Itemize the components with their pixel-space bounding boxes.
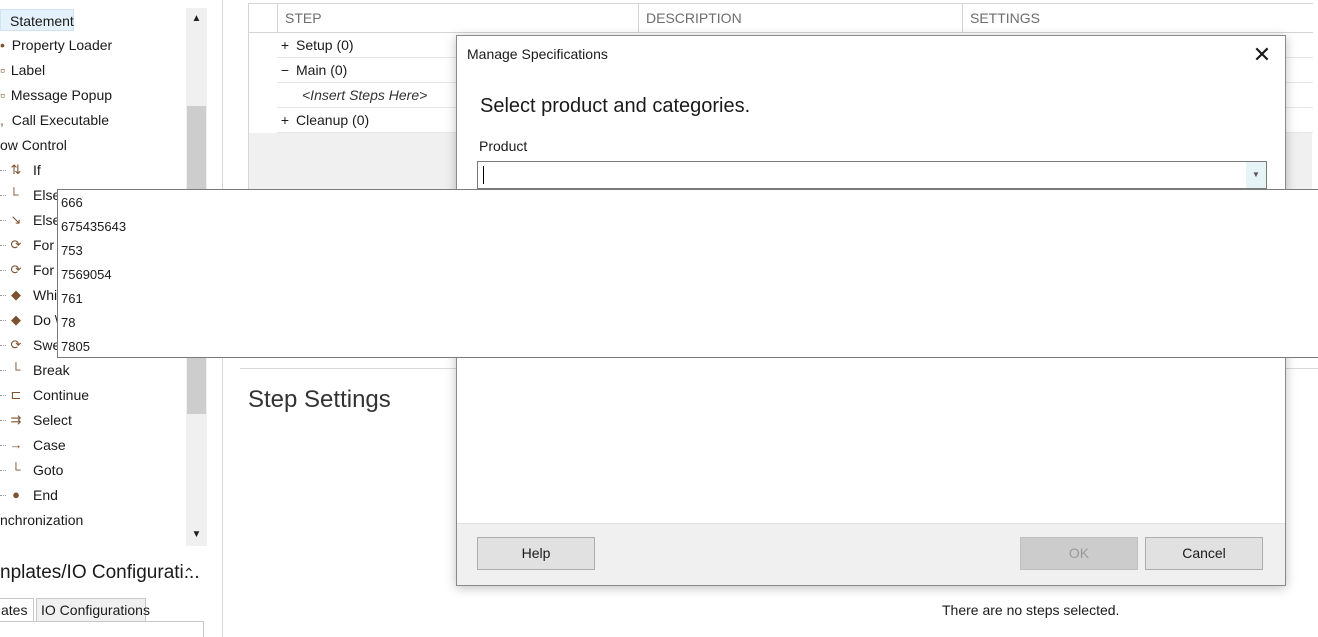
goto-icon: └ bbox=[11, 462, 21, 477]
end-icon: ● bbox=[12, 487, 20, 502]
tree-item-message-popup[interactable]: ▫ Message Popup bbox=[0, 84, 112, 106]
step-settings-title: Step Settings bbox=[248, 386, 391, 413]
column-header-description[interactable]: DESCRIPTION bbox=[638, 4, 962, 34]
break-icon: └ bbox=[11, 362, 21, 377]
tree-item-label-step[interactable]: ▫ Label bbox=[0, 59, 45, 81]
tree-item-label: For bbox=[33, 262, 54, 278]
row-header bbox=[249, 58, 277, 83]
cancel-button[interactable]: Cancel bbox=[1145, 537, 1263, 570]
else-if-icon: ↘ bbox=[10, 212, 22, 227]
tree-item-label: Select bbox=[33, 412, 72, 428]
tree-item-statement[interactable]: Statement bbox=[0, 9, 74, 31]
step-cell[interactable]: − Main (0) bbox=[277, 58, 347, 83]
dialog-title: Manage Specifications bbox=[467, 46, 608, 62]
dropdown-option[interactable]: 753 bbox=[61, 239, 83, 263]
message-popup-icon: ▫ bbox=[0, 87, 5, 103]
do-while-icon: ◆ bbox=[11, 312, 21, 327]
product-input[interactable] bbox=[478, 162, 1238, 188]
product-combobox[interactable]: ▼ bbox=[477, 161, 1267, 189]
tab-templates[interactable]: ates bbox=[0, 598, 34, 622]
select-icon: ⇉ bbox=[10, 412, 22, 427]
column-header-settings[interactable]: SETTINGS bbox=[962, 4, 1313, 34]
text-caret bbox=[483, 166, 484, 184]
step-cell[interactable]: + Setup (0) bbox=[277, 33, 354, 58]
tree-group-flow-control[interactable]: ow Control bbox=[0, 134, 67, 156]
tree-item-label: Do \ bbox=[33, 312, 59, 328]
tree-item-label: Label bbox=[10, 62, 46, 78]
step-label: Cleanup (0) bbox=[296, 112, 370, 128]
dialog-footer: Help OK Cancel bbox=[457, 523, 1285, 585]
tree-item-call-executable[interactable]: , Call Executable bbox=[0, 109, 109, 131]
for-icon: ⟳ bbox=[10, 237, 22, 252]
tree-item-label: nchronization bbox=[0, 512, 84, 528]
dropdown-option[interactable]: 761 bbox=[61, 287, 83, 311]
tree-item-label: Case bbox=[33, 437, 66, 453]
close-icon[interactable]: ✕ bbox=[1245, 40, 1279, 70]
tree-item-label: Continue bbox=[33, 387, 90, 403]
tree-item-label: Message Popup bbox=[10, 87, 113, 103]
tree-item-label: Statement bbox=[10, 13, 74, 29]
no-steps-message: There are no steps selected. bbox=[942, 602, 1120, 618]
tree-item-label: Goto bbox=[33, 462, 64, 478]
tree-item-property-loader[interactable]: • Property Loader bbox=[0, 34, 112, 56]
continue-icon: ⊏ bbox=[10, 387, 22, 402]
column-header-label: STEP bbox=[285, 10, 322, 26]
templates-panel-header[interactable]: nplates/IO Configurati... ⌃ bbox=[0, 558, 208, 588]
for-each-icon: ⟳ bbox=[10, 262, 22, 277]
expand-icon[interactable]: + bbox=[277, 108, 293, 132]
while-icon: ◆ bbox=[11, 287, 21, 302]
property-loader-icon: • bbox=[0, 37, 5, 53]
if-icon: ⇅ bbox=[10, 162, 22, 177]
tree-group-synchronization[interactable]: nchronization bbox=[0, 509, 83, 531]
tree-item-label: If bbox=[33, 162, 41, 178]
product-dropdown-list: 666 675435643 753 7569054 761 78 7805 bbox=[57, 189, 1318, 358]
dropdown-option[interactable]: 78 bbox=[61, 311, 75, 335]
ok-button[interactable]: OK bbox=[1020, 537, 1138, 570]
insert-steps-placeholder[interactable]: <Insert Steps Here> bbox=[277, 83, 427, 108]
sweep-icon: ⟳ bbox=[10, 337, 22, 352]
row-header bbox=[249, 33, 277, 58]
expand-icon[interactable]: + bbox=[277, 33, 293, 57]
tab-io-configurations[interactable]: IO Configurations bbox=[36, 598, 150, 622]
product-label: Product bbox=[479, 138, 528, 154]
call-executable-icon: , bbox=[0, 112, 4, 128]
dropdown-option[interactable]: 675435643 bbox=[61, 215, 126, 239]
tree-item-label: Break bbox=[33, 362, 70, 378]
tree-item-label: Whi bbox=[33, 287, 58, 303]
dialog-heading: Select product and categories. bbox=[480, 95, 751, 117]
case-icon: → bbox=[9, 437, 23, 452]
scroll-up-arrow-icon[interactable]: ▲ bbox=[186, 10, 207, 28]
dropdown-option[interactable]: 7569054 bbox=[61, 263, 112, 287]
collapse-chevron-icon[interactable]: ⌃ bbox=[183, 558, 195, 588]
label-icon: ▫ bbox=[0, 62, 5, 78]
dropdown-option[interactable]: 7805 bbox=[61, 335, 90, 359]
scroll-down-arrow-icon[interactable]: ▼ bbox=[186, 526, 207, 544]
column-header-label: DESCRIPTION bbox=[646, 10, 742, 26]
dropdown-option[interactable]: 666 bbox=[61, 191, 83, 215]
step-label: Setup (0) bbox=[296, 37, 354, 53]
grid-header: STEP DESCRIPTION SETTINGS bbox=[249, 3, 1313, 34]
tab-label: IO Configurations bbox=[41, 602, 150, 618]
step-label: Main (0) bbox=[296, 62, 348, 78]
tree-item-label: For bbox=[33, 237, 54, 253]
row-header bbox=[249, 108, 277, 133]
tree-item-label: ow Control bbox=[0, 137, 67, 153]
tree-item-label: Property Loader bbox=[11, 37, 113, 53]
step-cell[interactable]: + Cleanup (0) bbox=[277, 108, 369, 133]
chevron-down-icon[interactable]: ▼ bbox=[1246, 162, 1266, 188]
column-header-step[interactable]: STEP bbox=[277, 4, 638, 34]
templates-panel-title: nplates/IO Configurati... bbox=[0, 562, 200, 583]
templates-list bbox=[0, 621, 204, 637]
else-icon: └ bbox=[9, 187, 19, 202]
help-button[interactable]: Help bbox=[477, 537, 595, 570]
tree-item-label: End bbox=[33, 487, 58, 503]
collapse-icon[interactable]: − bbox=[277, 58, 293, 82]
tree-item-label: Call Executable bbox=[11, 112, 110, 128]
column-header-label: SETTINGS bbox=[970, 10, 1041, 26]
tab-label: ates bbox=[1, 602, 28, 618]
row-header bbox=[249, 83, 277, 108]
